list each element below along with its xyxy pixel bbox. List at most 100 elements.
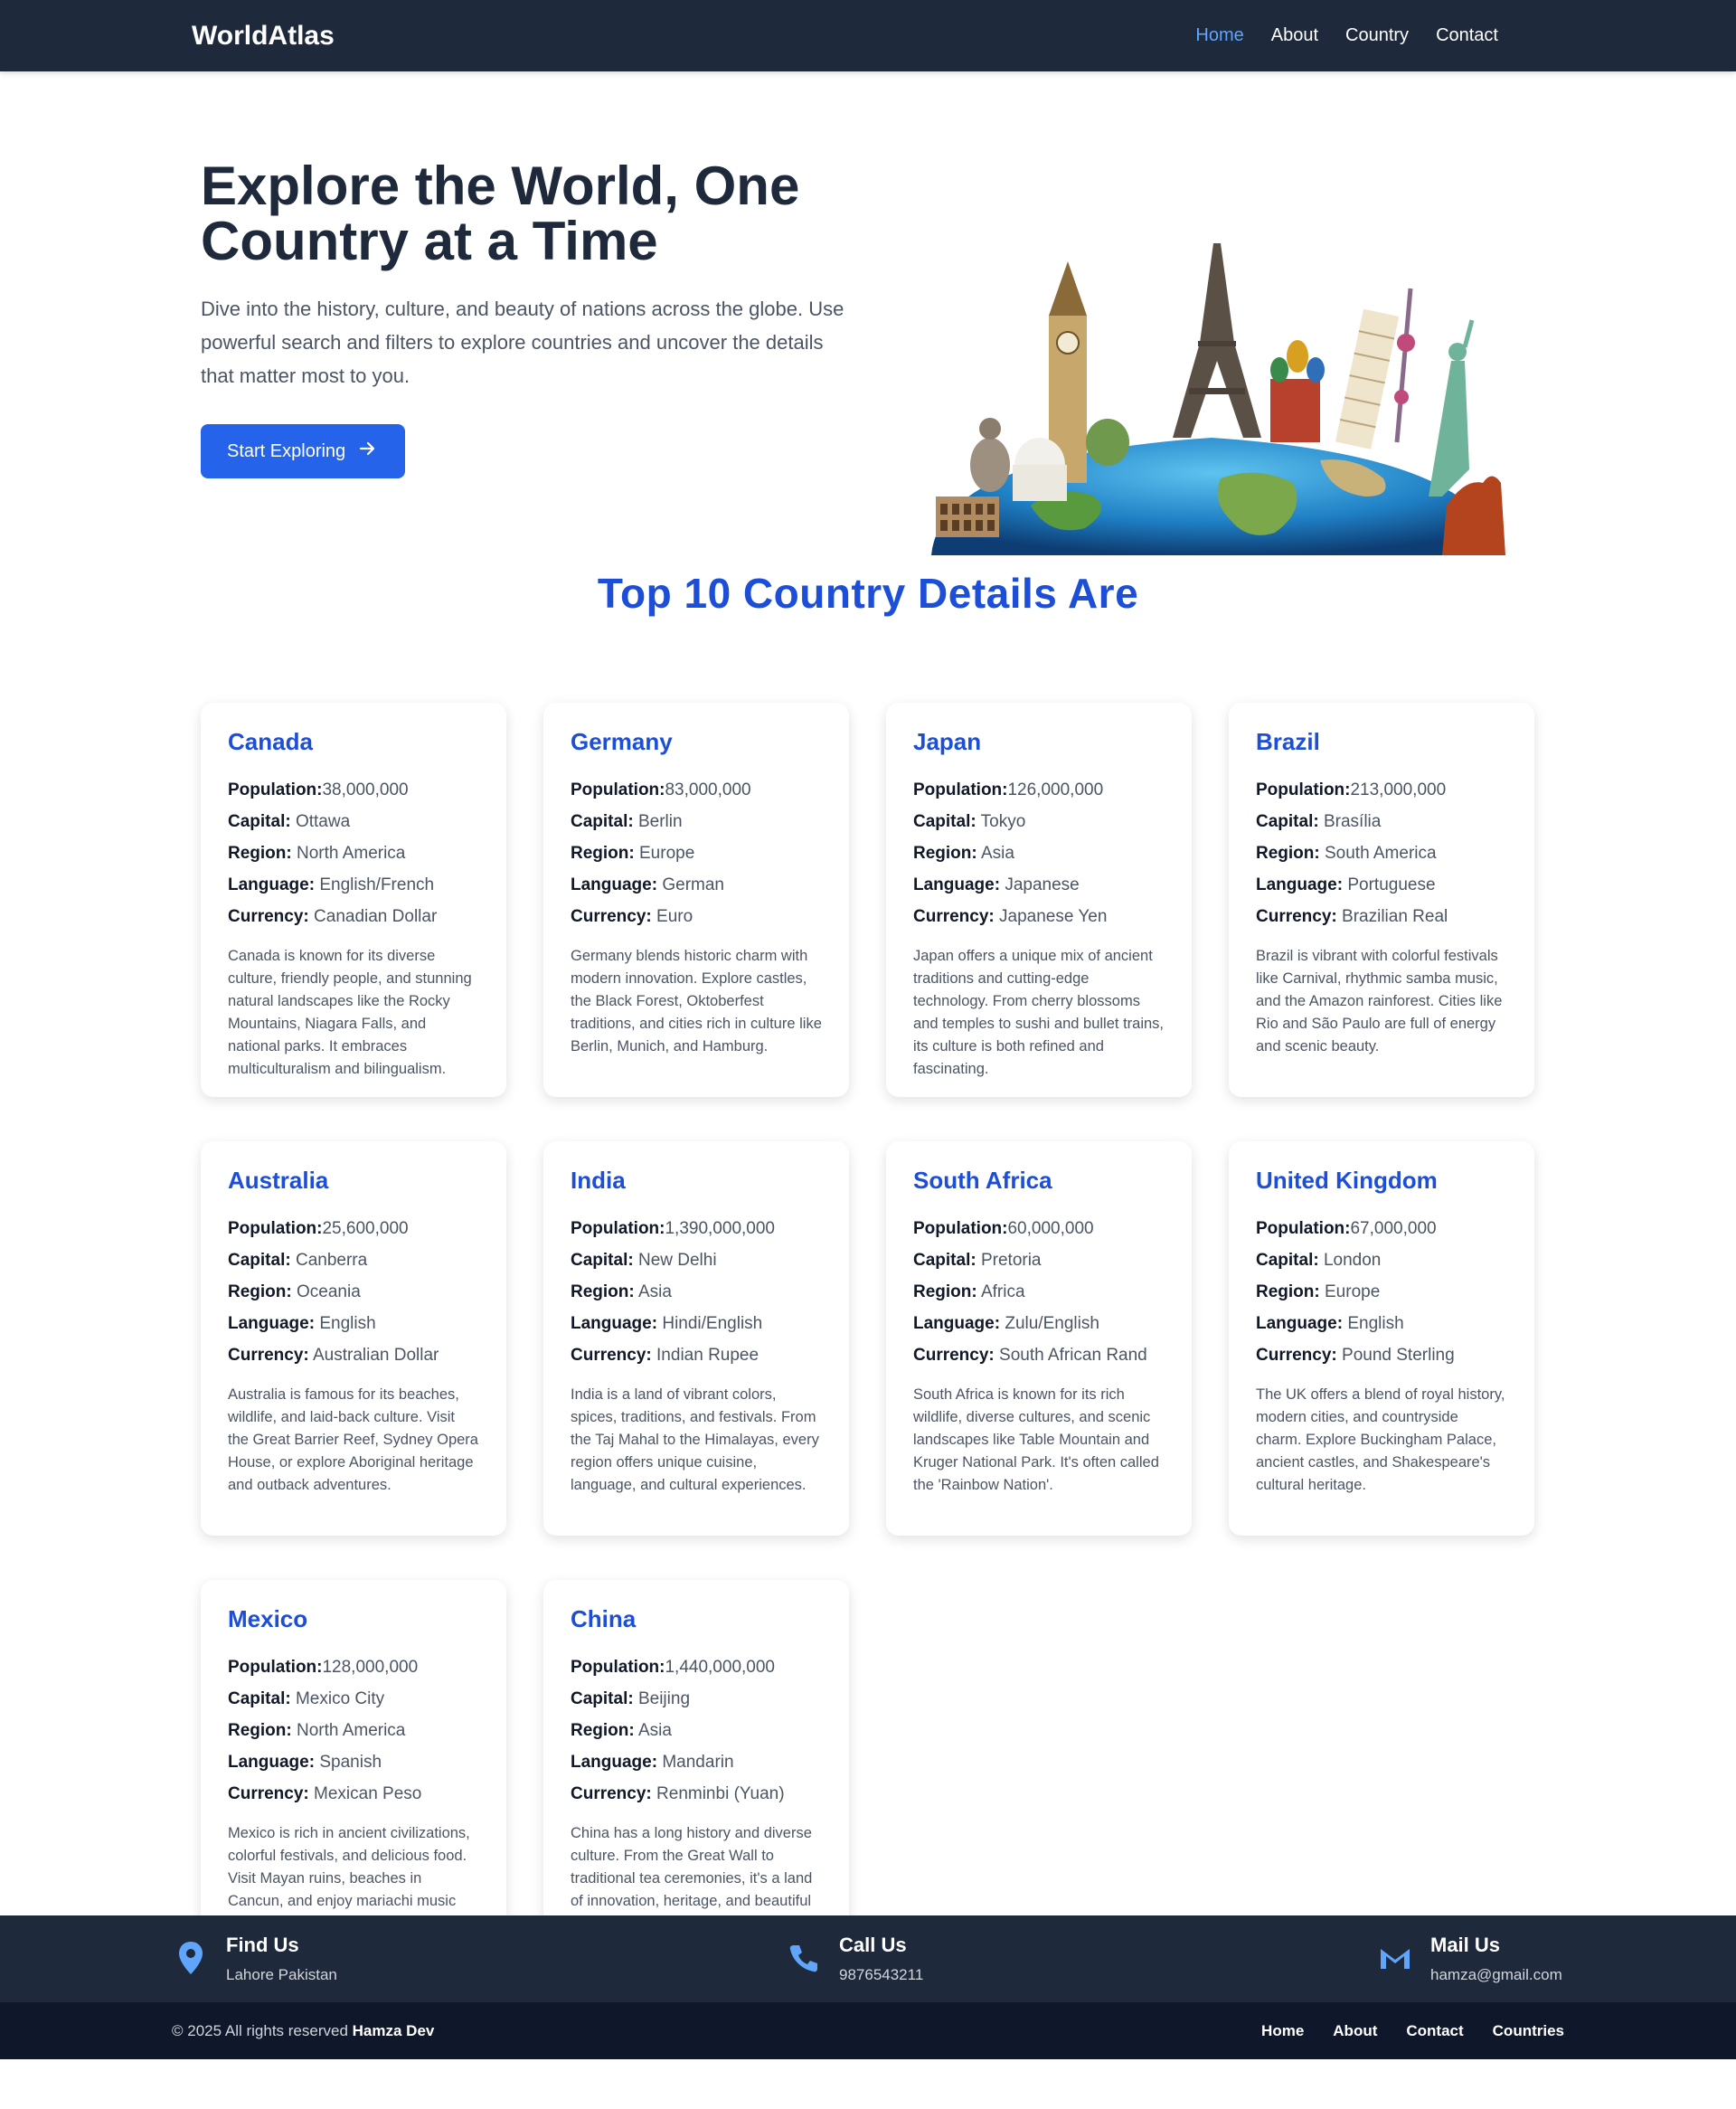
country-currency-row: Currency: Mexican Peso: [228, 1778, 479, 1810]
country-population-row: Population:126,000,000: [913, 774, 1165, 806]
footer-call-us: Call Us 9876543211: [785, 1934, 923, 1984]
hero-description: Dive into the history, culture, and beau…: [201, 298, 844, 387]
nav-contact-link[interactable]: Contact: [1436, 25, 1498, 46]
region-value: Europe: [639, 844, 695, 863]
region-label: Region:: [571, 1282, 635, 1301]
language-value: English/French: [319, 875, 435, 894]
country-description: South Africa is known for its rich wildl…: [913, 1386, 1159, 1493]
country-name: Canada: [228, 728, 313, 755]
region-label: Region:: [913, 844, 977, 863]
hero-text: Explore the World, One Country at a Time…: [201, 158, 852, 478]
region-label: Region:: [228, 1721, 292, 1740]
hero-section: Explore the World, One Country at a Time…: [0, 71, 1736, 555]
region-value: Asia: [637, 1721, 672, 1740]
country-capital-row: Capital: Ottawa: [228, 806, 479, 837]
currency-value: South African Rand: [999, 1346, 1147, 1365]
footer-nav-countries[interactable]: Countries: [1493, 2022, 1564, 2040]
footer-nav-contact[interactable]: Contact: [1406, 2022, 1463, 2040]
region-value: Asia: [980, 844, 1014, 863]
capital-label: Capital:: [913, 812, 976, 831]
country-card: Germany Population:83,000,000 Capital: Ber…: [543, 703, 849, 1097]
country-card: India Population:1,390,000,000 Capital: Ne…: [543, 1141, 849, 1536]
nav-about-link[interactable]: About: [1271, 25, 1318, 46]
population-value: 83,000,000: [665, 780, 751, 799]
region-label: Region:: [1256, 1282, 1320, 1301]
country-region-row: Region: South America: [1256, 837, 1507, 869]
call-us-title: Call Us: [839, 1934, 907, 1956]
mail-us-text[interactable]: hamza@gmail.com: [1430, 1966, 1562, 1984]
currency-label: Currency:: [1256, 1346, 1337, 1365]
region-value: Africa: [980, 1282, 1025, 1301]
country-name: India: [571, 1167, 626, 1194]
country-name: Australia: [228, 1167, 329, 1194]
start-exploring-button[interactable]: Start Exploring: [201, 424, 406, 478]
population-label: Population:: [1256, 1219, 1351, 1238]
language-value: English: [1347, 1314, 1404, 1333]
country-description: Germany blends historic charm with moder…: [571, 948, 822, 1054]
population-value: 25,600,000: [322, 1219, 409, 1238]
footer-nav-about[interactable]: About: [1333, 2022, 1377, 2040]
country-population-row: Population:1,440,000,000: [571, 1651, 822, 1683]
footer-nav-home[interactable]: Home: [1261, 2022, 1304, 2040]
footer-contact-bar: Find Us Lahore Pakistan Call Us 98765432…: [0, 1915, 1736, 2002]
language-value: Portuguese: [1347, 875, 1436, 894]
capital-label: Capital:: [228, 1689, 291, 1708]
nav-country-link[interactable]: Country: [1345, 25, 1409, 46]
country-capital-row: Capital: New Delhi: [571, 1244, 822, 1276]
capital-value: Canberra: [295, 1251, 368, 1270]
world-landmarks-illustration: [922, 234, 1505, 555]
language-label: Language:: [913, 1314, 1001, 1333]
find-us-title: Find Us: [226, 1934, 299, 1956]
country-population-row: Population:60,000,000: [913, 1213, 1165, 1244]
call-us-text[interactable]: 9876543211: [839, 1966, 923, 1984]
country-capital-row: Capital: Mexico City: [228, 1683, 479, 1715]
region-label: Region:: [571, 844, 635, 863]
capital-value: Pretoria: [980, 1251, 1042, 1270]
currency-label: Currency:: [228, 1346, 309, 1365]
brand-logo[interactable]: WorldAtlas: [192, 21, 335, 52]
country-region-row: Region: Asia: [913, 837, 1165, 869]
language-value: Mandarin: [662, 1753, 734, 1772]
region-value: Oceania: [297, 1282, 361, 1301]
country-region-row: Region: North America: [228, 837, 479, 869]
author-name: Hamza Dev: [352, 2021, 435, 2039]
currency-value: Mexican Peso: [314, 1784, 422, 1803]
nav-home-link[interactable]: Home: [1195, 25, 1243, 46]
section-title: Top 10 Country Details Are: [597, 570, 1139, 617]
country-language-row: Language: German: [571, 869, 822, 901]
country-grid: Canada Population:38,000,000 Capital: Otta…: [0, 618, 1736, 1960]
country-currency-row: Currency: Australian Dollar: [228, 1339, 479, 1371]
capital-label: Capital:: [571, 1689, 634, 1708]
currency-value: Brazilian Real: [1342, 907, 1448, 926]
country-card: Mexico Population:128,000,000 Capital: Mex…: [201, 1580, 506, 1960]
population-label: Population:: [228, 1219, 323, 1238]
country-language-row: Language: Mandarin: [571, 1746, 822, 1778]
country-name: Mexico: [228, 1605, 308, 1632]
phone-icon: [785, 1939, 823, 1977]
country-region-row: Region: Asia: [571, 1715, 822, 1746]
currency-value: Australian Dollar: [312, 1346, 439, 1365]
currency-value: Japanese Yen: [999, 907, 1108, 926]
currency-label: Currency:: [1256, 907, 1337, 926]
currency-value: Canadian Dollar: [314, 907, 438, 926]
language-label: Language:: [228, 1753, 316, 1772]
region-value: Europe: [1325, 1282, 1381, 1301]
country-currency-row: Currency: Brazilian Real: [1256, 901, 1507, 932]
country-region-row: Region: North America: [228, 1715, 479, 1746]
country-card: United Kingdom Population:67,000,000 Capit…: [1229, 1141, 1534, 1536]
language-value: Japanese: [1005, 875, 1080, 894]
currency-label: Currency:: [913, 907, 995, 926]
capital-value: Mexico City: [295, 1689, 385, 1708]
region-value: South America: [1325, 844, 1437, 863]
country-population-row: Population:128,000,000: [228, 1651, 479, 1683]
population-value: 126,000,000: [1007, 780, 1104, 799]
currency-value: Renminbi (Yuan): [656, 1784, 785, 1803]
country-description: Canada is known for its diverse culture,…: [228, 948, 472, 1077]
country-card: Brazil Population:213,000,000 Capital: Bra…: [1229, 703, 1534, 1097]
country-region-row: Region: Oceania: [228, 1276, 479, 1308]
country-currency-row: Currency: Canadian Dollar: [228, 901, 479, 932]
currency-label: Currency:: [571, 907, 652, 926]
language-label: Language:: [571, 875, 658, 894]
country-language-row: Language: Zulu/English: [913, 1308, 1165, 1339]
region-value: North America: [297, 844, 406, 863]
